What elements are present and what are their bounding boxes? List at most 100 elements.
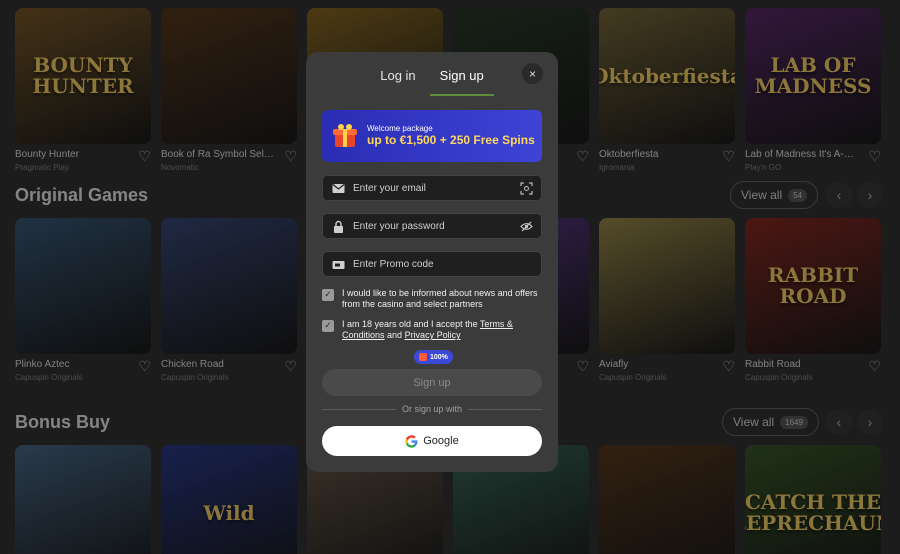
promo-field[interactable] [322,251,542,277]
section-title-bonus: Bonus Buy [15,412,111,432]
game-meta: Oktoberfiesta Igromania ♡ [599,146,735,178]
banner-subtitle: Welcome package [367,123,433,133]
game-tile[interactable]: Oktoberfiesta Oktoberfiesta Igromania ♡ [599,8,735,178]
game-art-text [369,507,381,519]
game-thumbnail[interactable]: Wild [161,445,297,554]
game-provider: Capuspin Originals [599,373,667,382]
heart-icon[interactable]: ♡ [576,148,589,165]
game-thumbnail[interactable] [161,8,297,144]
promo-input[interactable] [353,258,513,270]
game-provider: Capuspin Originals [745,373,813,382]
game-thumbnail[interactable] [599,445,735,554]
game-thumbnail[interactable]: BOUNTY HUNTER [15,8,151,144]
view-all-label: View all [733,415,775,429]
heart-icon[interactable]: ♡ [576,358,589,375]
auth-tabs: Log in Sign up [306,66,558,96]
heart-icon[interactable]: ♡ [138,358,151,375]
game-tile[interactable]: Plinko Aztec Capuspin Originals ♡ [15,218,151,388]
game-thumbnail[interactable] [15,218,151,354]
game-provider: Capuspin Originals [161,373,229,382]
age-checkbox[interactable]: ✓ [322,320,334,332]
heart-icon[interactable]: ♡ [868,148,881,165]
heart-icon[interactable]: ♡ [868,358,881,375]
view-all-label: View all [741,188,783,202]
game-art-text [661,280,673,292]
game-name: Chicken Road [161,359,224,370]
prev-arrow-icon[interactable]: ‹ [826,182,852,208]
google-signup-button[interactable]: Google [322,426,542,456]
game-tile[interactable]: RABBIT ROAD Rabbit Road Capuspin Originals… [745,218,881,388]
game-thumbnail[interactable]: CATCH THE LEPRECHAUN [745,445,881,554]
signup-button[interactable]: Sign up [322,369,542,396]
game-provider: Igromania [599,163,635,172]
game-tile[interactable]: Book of Ra Symbol Selec... Novomatic ♡ [161,8,297,178]
news-consent-label: I would like to be informed about news a… [342,288,538,310]
game-art-text: RABBIT ROAD [767,263,859,308]
game-art-text [77,507,89,519]
heart-icon[interactable]: ♡ [722,148,735,165]
or-text: Or sign up with [401,404,463,414]
game-meta: Plinko Aztec Capuspin Originals ♡ [15,356,151,388]
game-meta: Lab of Madness It's A-Wi... Play'n GO ♡ [745,146,881,178]
heart-icon[interactable]: ♡ [722,358,735,375]
game-thumbnail[interactable]: LAB OF MADNESS [745,8,881,144]
and-text: and [384,330,405,341]
envelope-icon [332,184,345,193]
scan-icon[interactable] [520,182,533,195]
progress-badge: 100% [414,350,453,364]
section-title-original: Original Games [15,185,149,205]
prev-arrow-icon[interactable]: ‹ [826,409,852,435]
game-meta: Book of Ra Symbol Selec... Novomatic ♡ [161,146,297,178]
game-tile[interactable]: Wild [161,445,297,554]
close-icon[interactable]: × [522,63,543,84]
game-thumbnail[interactable] [599,218,735,354]
ticket-icon [332,261,345,269]
game-tile[interactable]: BOUNTY HUNTER Bounty Hunter Pragmatic Play… [15,8,151,178]
game-meta: Chicken Road Capuspin Originals ♡ [161,356,297,388]
view-all-count: 1649 [780,415,808,429]
game-tile[interactable] [15,445,151,554]
game-name: Lab of Madness It's A-Wi... [745,149,863,160]
game-name: Aviafly [599,359,629,370]
game-tile[interactable]: LAB OF MADNESS Lab of Madness It's A-Wi..… [745,8,881,178]
gift-icon [419,353,427,361]
privacy-link[interactable]: Privacy Policy [405,330,461,340]
heart-icon[interactable]: ♡ [138,148,151,165]
password-input[interactable] [353,220,513,232]
game-art-text: Wild [203,500,255,525]
game-tile[interactable]: CATCH THE LEPRECHAUN [745,445,881,554]
heart-icon[interactable]: ♡ [284,148,297,165]
game-provider: Capuspin Originals [15,373,83,382]
game-name: Bounty Hunter [15,149,79,160]
banner-offer: up to €1,500 + 250 Free Spins [367,132,535,147]
game-tile[interactable]: Chicken Road Capuspin Originals ♡ [161,218,297,388]
news-checkbox[interactable]: ✓ [322,289,334,301]
news-consent: ✓ I would like to be informed about news… [322,288,542,311]
password-field[interactable] [322,213,542,239]
email-input[interactable] [353,182,513,194]
eye-off-icon[interactable] [520,220,533,233]
tab-login[interactable]: Log in [378,66,417,96]
heart-icon[interactable]: ♡ [284,358,297,375]
game-art-text: Oktoberfiesta [599,63,735,88]
game-art-text: CATCH THE LEPRECHAUN [745,490,881,535]
next-arrow-icon[interactable]: › [857,182,883,208]
age-consent-text: I am 18 years old and I accept the [342,319,480,329]
game-art-text: BOUNTY HUNTER [32,53,134,98]
tab-signup[interactable]: Sign up [429,66,494,96]
game-thumbnail[interactable] [15,445,151,554]
google-label: Google [423,435,459,447]
game-art-text [515,507,527,519]
view-all-original-button[interactable]: View all 54 [730,181,819,209]
progress-value: 100% [430,353,448,361]
email-field[interactable] [322,175,542,201]
next-arrow-icon[interactable]: › [857,409,883,435]
game-tile[interactable]: Aviafly Capuspin Originals ♡ [599,218,735,388]
game-art-text [223,70,235,82]
game-thumbnail[interactable]: Oktoberfiesta [599,8,735,144]
game-thumbnail[interactable]: RABBIT ROAD [745,218,881,354]
game-tile[interactable] [599,445,735,554]
or-divider: Or sign up with [322,404,542,414]
view-all-bonus-button[interactable]: View all 1649 [722,408,819,436]
game-thumbnail[interactable] [161,218,297,354]
